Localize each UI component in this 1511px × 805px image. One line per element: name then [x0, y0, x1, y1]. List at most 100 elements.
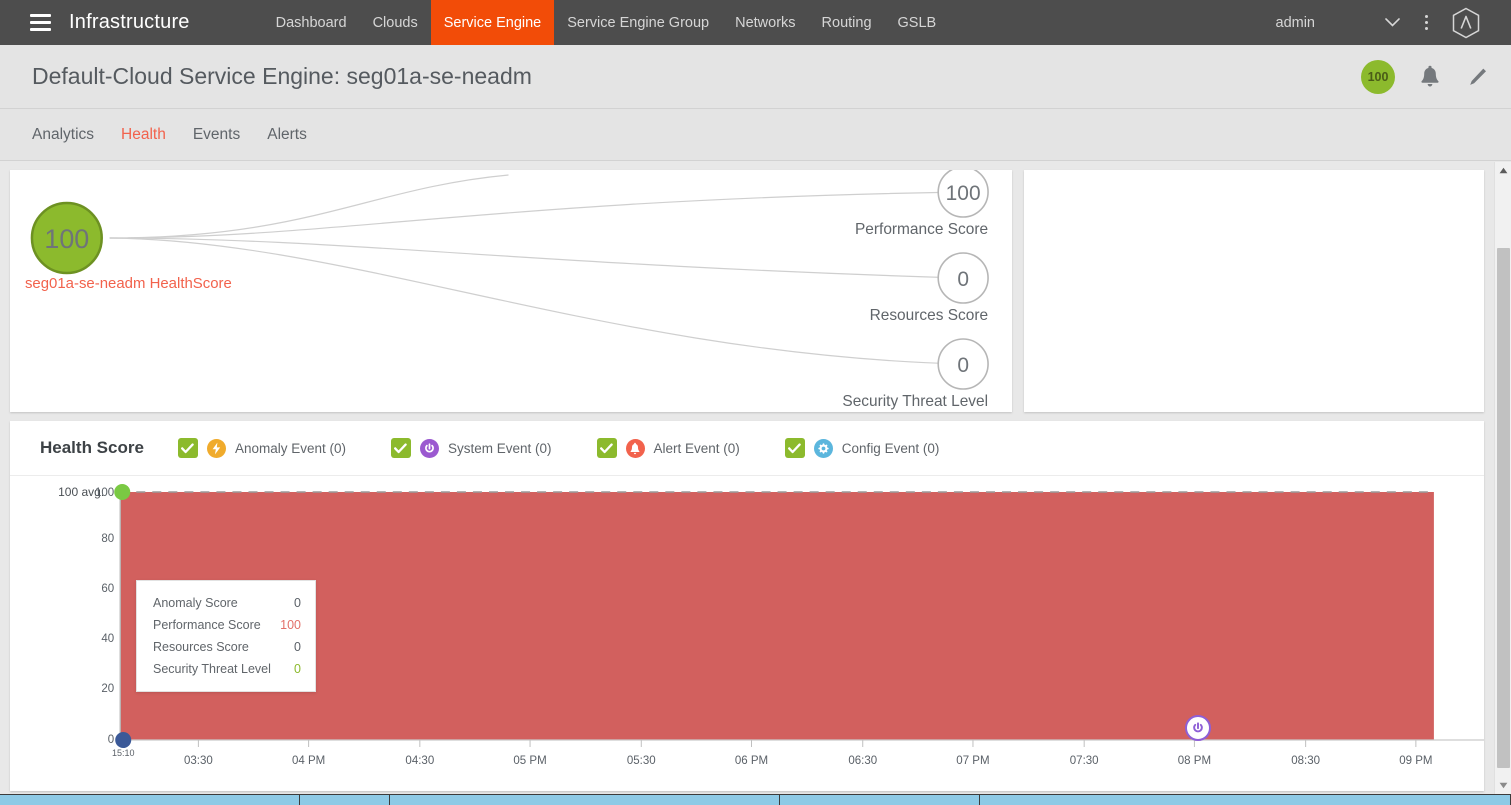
- nav-item-gslb[interactable]: GSLB: [885, 0, 950, 45]
- tree-leaf-value-resources: 0: [957, 268, 969, 291]
- legend-item-config-event[interactable]: Config Event (0): [760, 438, 960, 458]
- more-vertical-icon[interactable]: [1409, 0, 1443, 45]
- tooltip-label-security: Security Threat Level: [153, 662, 271, 676]
- health-score-tree-card: 100 seg01a-se-neadm HealthScore 100 Perf…: [10, 170, 1012, 412]
- health-score-badge[interactable]: 100: [1361, 59, 1395, 94]
- alert-bell-icon: [625, 438, 645, 458]
- tooltip-row-security: Security Threat Level 0: [153, 658, 301, 680]
- bottom-strip-segment[interactable]: [780, 795, 980, 805]
- nav-item-service-engine[interactable]: Service Engine: [430, 0, 555, 45]
- chart-title: Health Score: [40, 438, 144, 457]
- legend-item-system-event[interactable]: System Event (0): [366, 438, 572, 458]
- x-tick-4: 05:30: [627, 755, 656, 767]
- bottom-strip-segment[interactable]: [980, 795, 1511, 805]
- main-menu: Dashboard Clouds Service Engine Service …: [263, 0, 950, 45]
- tree-leaf-value-security: 0: [957, 354, 969, 377]
- scroll-down-arrow-icon[interactable]: [1495, 777, 1511, 794]
- legend-checkbox-config[interactable]: [784, 438, 805, 458]
- system-power-icon: [1193, 722, 1203, 733]
- y-tick-40: 40: [101, 633, 114, 645]
- tooltip-value-performance: 100: [280, 618, 301, 632]
- chart-plot-area: 100 avg. 100 80 60 40 20 0 15:10 03:30 0…: [10, 476, 1484, 791]
- tooltip-value-security: 0: [294, 662, 301, 676]
- tooltip-value-resources: 0: [294, 640, 301, 654]
- legend-checkbox-system[interactable]: [390, 438, 411, 458]
- x-tick-3: 05 PM: [513, 755, 546, 767]
- vertical-scrollbar[interactable]: [1494, 162, 1511, 794]
- tab-events[interactable]: Events: [193, 126, 240, 144]
- page-header-actions: 100: [1361, 59, 1489, 94]
- tree-leaf-label-resources: Resources Score: [870, 307, 988, 324]
- x-tick-start: 15:10: [112, 748, 135, 758]
- tooltip-label-anomaly: Anomaly Score: [153, 596, 238, 610]
- pencil-edit-icon[interactable]: [1465, 65, 1489, 89]
- series-start-point[interactable]: [114, 484, 131, 500]
- series-health-score-area: [120, 492, 1434, 740]
- scrollbar-thumb[interactable]: [1497, 248, 1510, 768]
- nav-item-dashboard[interactable]: Dashboard: [263, 0, 360, 45]
- legend-label-alert: Alert Event (0): [653, 440, 740, 456]
- tab-alerts[interactable]: Alerts: [267, 126, 307, 144]
- nav-item-routing[interactable]: Routing: [809, 0, 885, 45]
- tree-leaf-value-performance: 100: [946, 182, 981, 205]
- x-tick-2: 04:30: [405, 755, 434, 767]
- chart-header: Health Score Anomaly Event (0) System Ev…: [10, 421, 1484, 476]
- y-tick-0: 0: [108, 734, 114, 746]
- bottom-strip-segment[interactable]: [300, 795, 390, 805]
- chart-legend: Anomaly Event (0) System Event (0) Alert…: [153, 438, 959, 458]
- user-menu-label[interactable]: admin: [1276, 15, 1316, 31]
- y-tick-20: 20: [101, 683, 114, 695]
- chevron-down-icon[interactable]: [1375, 0, 1409, 45]
- y-tick-60: 60: [101, 583, 114, 595]
- x-tick-8: 07:30: [1070, 755, 1099, 767]
- legend-checkbox-anomaly[interactable]: [177, 438, 198, 458]
- scrollable-content: 100 seg01a-se-neadm HealthScore 100 Perf…: [0, 162, 1494, 794]
- tooltip-label-performance: Performance Score: [153, 618, 261, 632]
- x-tick-0: 03:30: [184, 755, 213, 767]
- y-tick-100: 100: [95, 487, 114, 499]
- x-tick-9: 08 PM: [1178, 755, 1211, 767]
- legend-checkbox-alert[interactable]: [596, 438, 617, 458]
- tab-analytics[interactable]: Analytics: [32, 126, 94, 144]
- brand-title: Infrastructure: [69, 11, 190, 33]
- series-zero-point[interactable]: [115, 732, 132, 748]
- top-navigation-bar: Infrastructure Dashboard Clouds Service …: [0, 0, 1511, 45]
- bottom-strip-segment[interactable]: [390, 795, 780, 805]
- top-row: 100 seg01a-se-neadm HealthScore 100 Perf…: [0, 162, 1494, 412]
- nav-item-clouds[interactable]: Clouds: [360, 0, 431, 45]
- legend-label-config: Config Event (0): [841, 440, 940, 456]
- x-tick-6: 06:30: [848, 755, 877, 767]
- health-score-tree-diagram: 100 seg01a-se-neadm HealthScore 100 Perf…: [25, 170, 989, 410]
- bottom-strip-segment[interactable]: [0, 795, 300, 805]
- health-score-chart-card: Health Score Anomaly Event (0) System Ev…: [10, 421, 1484, 791]
- sub-tab-bar: Analytics Health Events Alerts: [0, 109, 1511, 161]
- hamburger-menu-icon[interactable]: [30, 14, 51, 31]
- scroll-up-arrow-icon[interactable]: [1495, 162, 1511, 179]
- tree-root-value: 100: [44, 224, 89, 254]
- system-event-marker[interactable]: [1185, 715, 1211, 741]
- nav-item-service-engine-group[interactable]: Service Engine Group: [554, 0, 722, 45]
- tooltip-row-resources: Resources Score 0: [153, 636, 301, 658]
- tooltip-row-performance: Performance Score 100: [153, 614, 301, 636]
- x-tick-1: 04 PM: [292, 755, 325, 767]
- tree-leaf-label-performance: Performance Score: [855, 221, 988, 238]
- nav-item-networks[interactable]: Networks: [722, 0, 808, 45]
- legend-item-anomaly-event[interactable]: Anomaly Event (0): [153, 438, 366, 458]
- anomaly-bolt-icon: [206, 438, 226, 458]
- x-tick-11: 09 PM: [1399, 755, 1432, 767]
- chart-tooltip: Anomaly Score 0 Performance Score 100 Re…: [136, 580, 316, 692]
- content-area: 100 seg01a-se-neadm HealthScore 100 Perf…: [0, 162, 1511, 794]
- config-gear-icon: [813, 438, 833, 458]
- page-header: Default-Cloud Service Engine: seg01a-se-…: [0, 45, 1511, 109]
- tooltip-label-resources: Resources Score: [153, 640, 249, 654]
- system-power-icon: [419, 438, 439, 458]
- tab-health[interactable]: Health: [121, 126, 166, 144]
- brand-area: Infrastructure: [0, 0, 190, 45]
- tooltip-row-anomaly: Anomaly Score 0: [153, 592, 301, 614]
- bottom-window-strip: [0, 794, 1511, 805]
- legend-item-alert-event[interactable]: Alert Event (0): [572, 438, 760, 458]
- page-title: Default-Cloud Service Engine: seg01a-se-…: [32, 63, 532, 89]
- tree-root-label: seg01a-se-neadm HealthScore: [25, 275, 232, 292]
- notification-bell-icon[interactable]: [1419, 65, 1441, 89]
- avi-logo-icon[interactable]: [1443, 0, 1489, 45]
